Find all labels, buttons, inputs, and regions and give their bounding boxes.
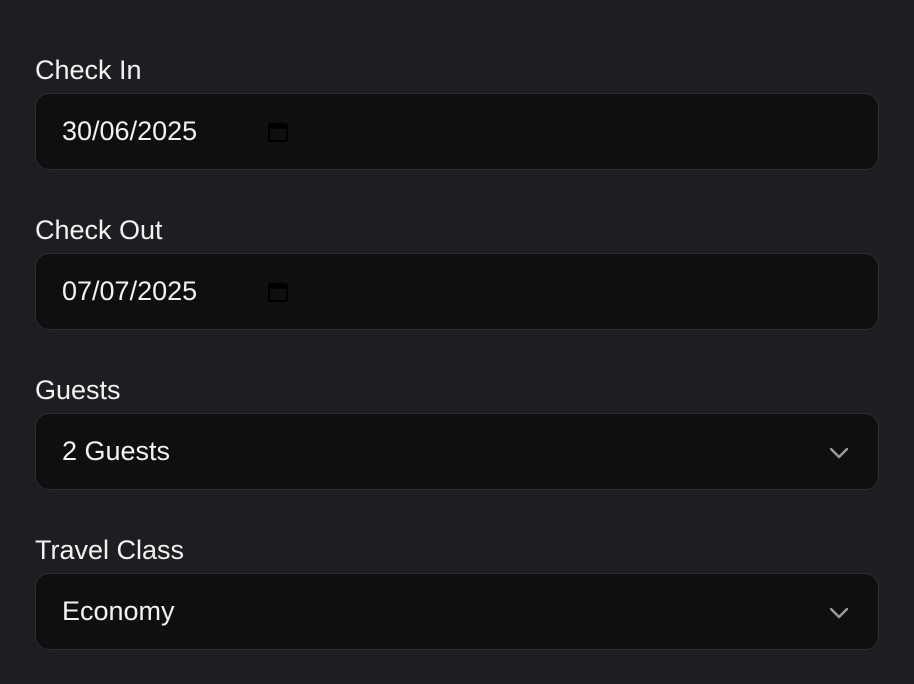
calendar-icon[interactable]	[266, 120, 290, 144]
guests-label: Guests	[35, 375, 121, 405]
calendar-icon[interactable]	[266, 280, 290, 304]
guests-select[interactable]: 2 Guests	[35, 413, 879, 490]
check-out-label: Check Out	[35, 215, 163, 245]
check-in-label: Check In	[35, 55, 142, 85]
check-out-value[interactable]: 07/07/2025	[62, 254, 197, 328]
guests-selected-value[interactable]: 2 Guests	[62, 414, 170, 488]
travel-class-selected-value[interactable]: Economy	[62, 574, 175, 648]
chevron-down-icon[interactable]	[828, 442, 850, 464]
travel-class-label: Travel Class	[35, 535, 185, 565]
check-in-value[interactable]: 30/06/2025	[62, 94, 197, 168]
booking-form: Check In 30/06/2025 Check Out 07/07/2025…	[0, 0, 914, 684]
check-in-date-input[interactable]: 30/06/2025	[35, 93, 879, 170]
check-out-date-input[interactable]: 07/07/2025	[35, 253, 879, 330]
chevron-down-icon[interactable]	[828, 602, 850, 624]
travel-class-select[interactable]: Economy	[35, 573, 879, 650]
